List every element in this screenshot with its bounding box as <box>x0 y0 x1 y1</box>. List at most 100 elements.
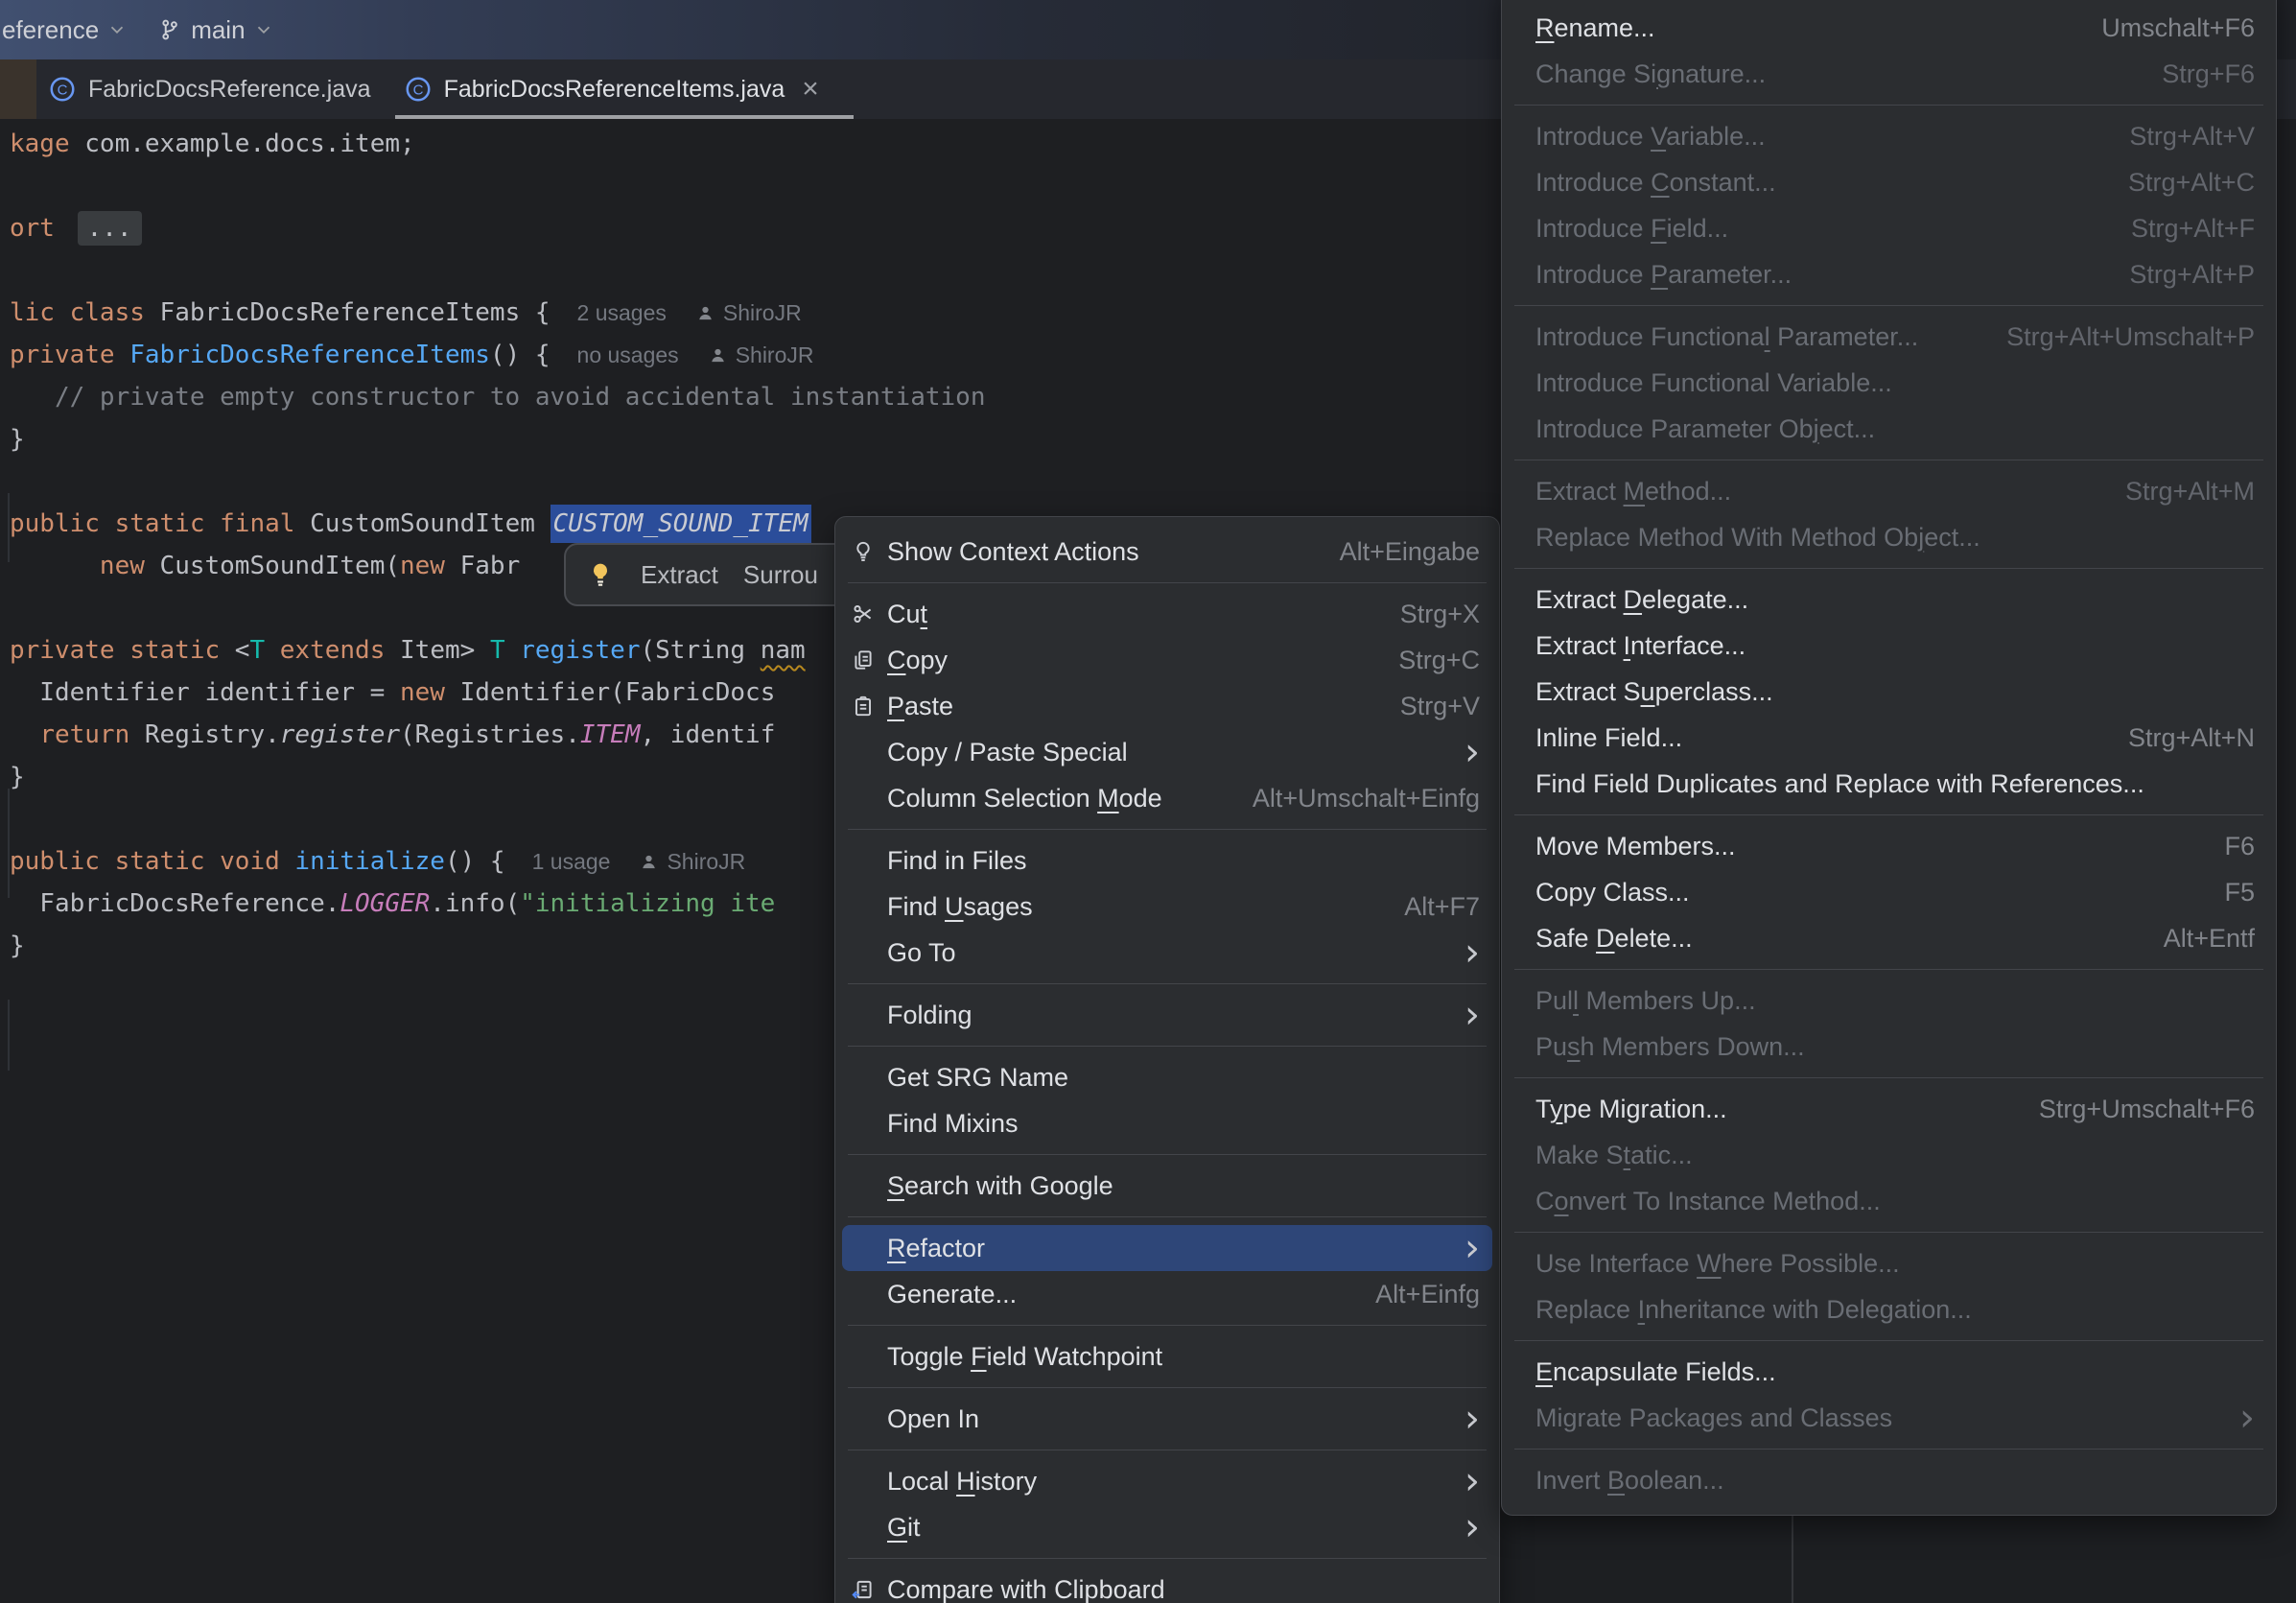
menu-item-get-srg-name[interactable]: Get SRG Name <box>835 1054 1499 1100</box>
menu-item-git[interactable]: Git› <box>835 1504 1499 1550</box>
menu-item-copy-class[interactable]: Copy Class...F5 <box>1502 869 2276 915</box>
menu-item-find-usages[interactable]: Find UsagesAlt+F7 <box>835 884 1499 930</box>
menu-item-toggle-field-watchpoint[interactable]: Toggle Field Watchpoint <box>835 1333 1499 1379</box>
menu-item-search-with-google[interactable]: Search with Google <box>835 1163 1499 1209</box>
menu-item-cut[interactable]: CutStrg+X <box>835 591 1499 637</box>
menu-item-copy[interactable]: CopyStrg+C <box>835 637 1499 683</box>
code-token: T <box>249 636 265 665</box>
code-token: private static <box>10 636 220 665</box>
menu-item-extract-method[interactable]: Extract Method...Strg+Alt+M <box>1502 468 2276 514</box>
menu-separator <box>848 1216 1487 1217</box>
menu-item-icon-slot <box>849 784 878 813</box>
code-line[interactable]: } <box>10 925 25 967</box>
close-icon[interactable]: × <box>802 75 819 104</box>
usages-inlay[interactable]: no usages <box>577 342 679 367</box>
lightbulb-icon <box>849 537 878 566</box>
lightbulb-icon[interactable] <box>585 559 616 590</box>
menu-item-icon-slot <box>849 1467 878 1496</box>
menu-item-refactor[interactable]: Refactor› <box>842 1225 1492 1271</box>
project-widget[interactable]: eference <box>2 15 128 45</box>
menu-item-move-members[interactable]: Move Members...F6 <box>1502 823 2276 869</box>
menu-item-generate[interactable]: Generate...Alt+Einfg <box>835 1271 1499 1317</box>
usages-inlay[interactable]: 2 usages <box>577 300 667 325</box>
menu-item-safe-delete[interactable]: Safe Delete...Alt+Entf <box>1502 915 2276 961</box>
menu-item-type-migration[interactable]: Type Migration...Strg+Umschalt+F6 <box>1502 1086 2276 1132</box>
menu-item-introduce-functional-parameter[interactable]: Introduce Functional Parameter...Strg+Al… <box>1502 314 2276 360</box>
vcs-branch-widget[interactable]: main <box>156 15 273 45</box>
menu-item-show-context-actions[interactable]: Show Context ActionsAlt+Eingabe <box>835 529 1499 575</box>
menu-item-shortcut: Strg+V <box>1400 692 1480 721</box>
code-token: nam <box>761 636 806 665</box>
code-line[interactable]: Identifier identifier = new Identifier(F… <box>10 672 775 714</box>
intention-action-surround[interactable]: Surrou <box>743 560 818 590</box>
menu-item-introduce-functional-variable[interactable]: Introduce Functional Variable... <box>1502 360 2276 406</box>
menu-item-rename[interactable]: Rename...Umschalt+F6 <box>1502 5 2276 51</box>
code-line[interactable]: public static void initialize() {1 usage… <box>10 840 745 883</box>
menu-item-inline-field[interactable]: Inline Field...Strg+Alt+N <box>1502 715 2276 761</box>
menu-item-introduce-field[interactable]: Introduce Field...Strg+Alt+F <box>1502 205 2276 251</box>
tab-fabricdocsreferenceitems-java[interactable]: C FabricDocsReferenceItems.java × <box>392 59 840 119</box>
menu-item-replace-inheritance-with-delegation[interactable]: Replace Inheritance with Delegation... <box>1502 1286 2276 1332</box>
code-line[interactable]: return Registry.register(Registries.ITEM… <box>10 714 775 756</box>
code-line[interactable]: } <box>10 756 25 798</box>
menu-item-extract-interface[interactable]: Extract Interface... <box>1502 623 2276 669</box>
menu-item-push-members-down[interactable]: Push Members Down... <box>1502 1024 2276 1070</box>
menu-item-label: Open In <box>887 1404 979 1434</box>
code-line[interactable]: // private empty constructor to avoid ac… <box>10 376 985 418</box>
menu-item-use-interface-where-possible[interactable]: Use Interface Where Possible... <box>1502 1240 2276 1286</box>
code-line[interactable]: FabricDocsReference.LOGGER.info("initial… <box>10 883 775 925</box>
usages-inlay[interactable]: 1 usage <box>532 849 611 874</box>
menu-item-label: Encapsulate Fields... <box>1535 1357 1776 1387</box>
folded-imports-placeholder[interactable]: ... <box>78 211 142 246</box>
menu-item-migrate-packages-and-classes[interactable]: Migrate Packages and Classes› <box>1502 1395 2276 1441</box>
menu-item-replace-method-with-method-object[interactable]: Replace Method With Method Object... <box>1502 514 2276 560</box>
menu-item-introduce-variable[interactable]: Introduce Variable...Strg+Alt+V <box>1502 113 2276 159</box>
menu-separator <box>1514 1232 2263 1233</box>
menu-item-local-history[interactable]: Local History› <box>835 1458 1499 1504</box>
menu-item-find-field-duplicates-and-replace-with-references[interactable]: Find Field Duplicates and Replace with R… <box>1502 761 2276 807</box>
menu-item-copy-paste-special[interactable]: Copy / Paste Special› <box>835 729 1499 775</box>
code-token: T <box>490 636 505 665</box>
menu-item-introduce-constant[interactable]: Introduce Constant...Strg+Alt+C <box>1502 159 2276 205</box>
code-token: // private empty constructor to avoid ac… <box>10 383 985 412</box>
menu-item-introduce-parameter[interactable]: Introduce Parameter...Strg+Alt+P <box>1502 251 2276 297</box>
tab-fabricdocsreference-java[interactable]: C FabricDocsReference.java <box>36 59 392 119</box>
code-line[interactable]: new CustomSoundItem(new Fabr <box>10 545 520 587</box>
code-line[interactable]: } <box>10 418 25 460</box>
code-token <box>280 847 295 876</box>
menu-item-encapsulate-fields[interactable]: Encapsulate Fields... <box>1502 1349 2276 1395</box>
menu-item-folding[interactable]: Folding› <box>835 992 1499 1038</box>
menu-item-extract-delegate[interactable]: Extract Delegate... <box>1502 577 2276 623</box>
code-token: Registry. <box>129 720 280 749</box>
menu-item-make-static[interactable]: Make Static... <box>1502 1132 2276 1178</box>
code-token: "initializing ite <box>520 889 775 918</box>
menu-item-find-in-files[interactable]: Find in Files <box>835 837 1499 884</box>
code-token: public static final <box>10 509 294 538</box>
menu-item-extract-superclass[interactable]: Extract Superclass... <box>1502 669 2276 715</box>
project-panel-edge[interactable] <box>0 59 36 119</box>
code-token: ort <box>10 214 70 243</box>
menu-item-introduce-parameter-object[interactable]: Introduce Parameter Object... <box>1502 406 2276 452</box>
menu-item-label: Replace Inheritance with Delegation... <box>1535 1295 1972 1325</box>
menu-item-convert-to-instance-method[interactable]: Convert To Instance Method... <box>1502 1178 2276 1224</box>
code-line[interactable]: private static <T extends Item> T regist… <box>10 629 806 672</box>
menu-item-paste[interactable]: PasteStrg+V <box>835 683 1499 729</box>
code-line[interactable]: private FabricDocsReferenceItems() {no u… <box>10 334 814 376</box>
menu-item-change-signature[interactable]: Change Signature...Strg+F6 <box>1502 51 2276 97</box>
menu-item-label: Use Interface Where Possible... <box>1535 1249 1900 1279</box>
intention-action-extract[interactable]: Extract <box>641 560 718 590</box>
menu-item-go-to[interactable]: Go To› <box>835 930 1499 976</box>
menu-item-pull-members-up[interactable]: Pull Members Up... <box>1502 978 2276 1024</box>
code-line[interactable]: ort ... <box>10 207 142 249</box>
code-line[interactable]: kage com.example.docs.item; <box>10 123 415 165</box>
code-token: extends <box>280 636 386 665</box>
code-token: new <box>400 552 445 580</box>
menu-item-column-selection-mode[interactable]: Column Selection ModeAlt+Umschalt+Einfg <box>835 775 1499 821</box>
menu-item-find-mixins[interactable]: Find Mixins <box>835 1100 1499 1146</box>
menu-item-label: Make Static... <box>1535 1141 1693 1170</box>
code-line[interactable]: lic class FabricDocsReferenceItems {2 us… <box>10 292 802 334</box>
menu-item-invert-boolean[interactable]: Invert Boolean... <box>1502 1457 2276 1503</box>
code-line[interactable]: public static final CustomSoundItem CUST… <box>10 503 811 545</box>
menu-item-compare-with-clipboard[interactable]: Compare with Clipboard <box>835 1567 1499 1603</box>
menu-item-open-in[interactable]: Open In› <box>835 1396 1499 1442</box>
